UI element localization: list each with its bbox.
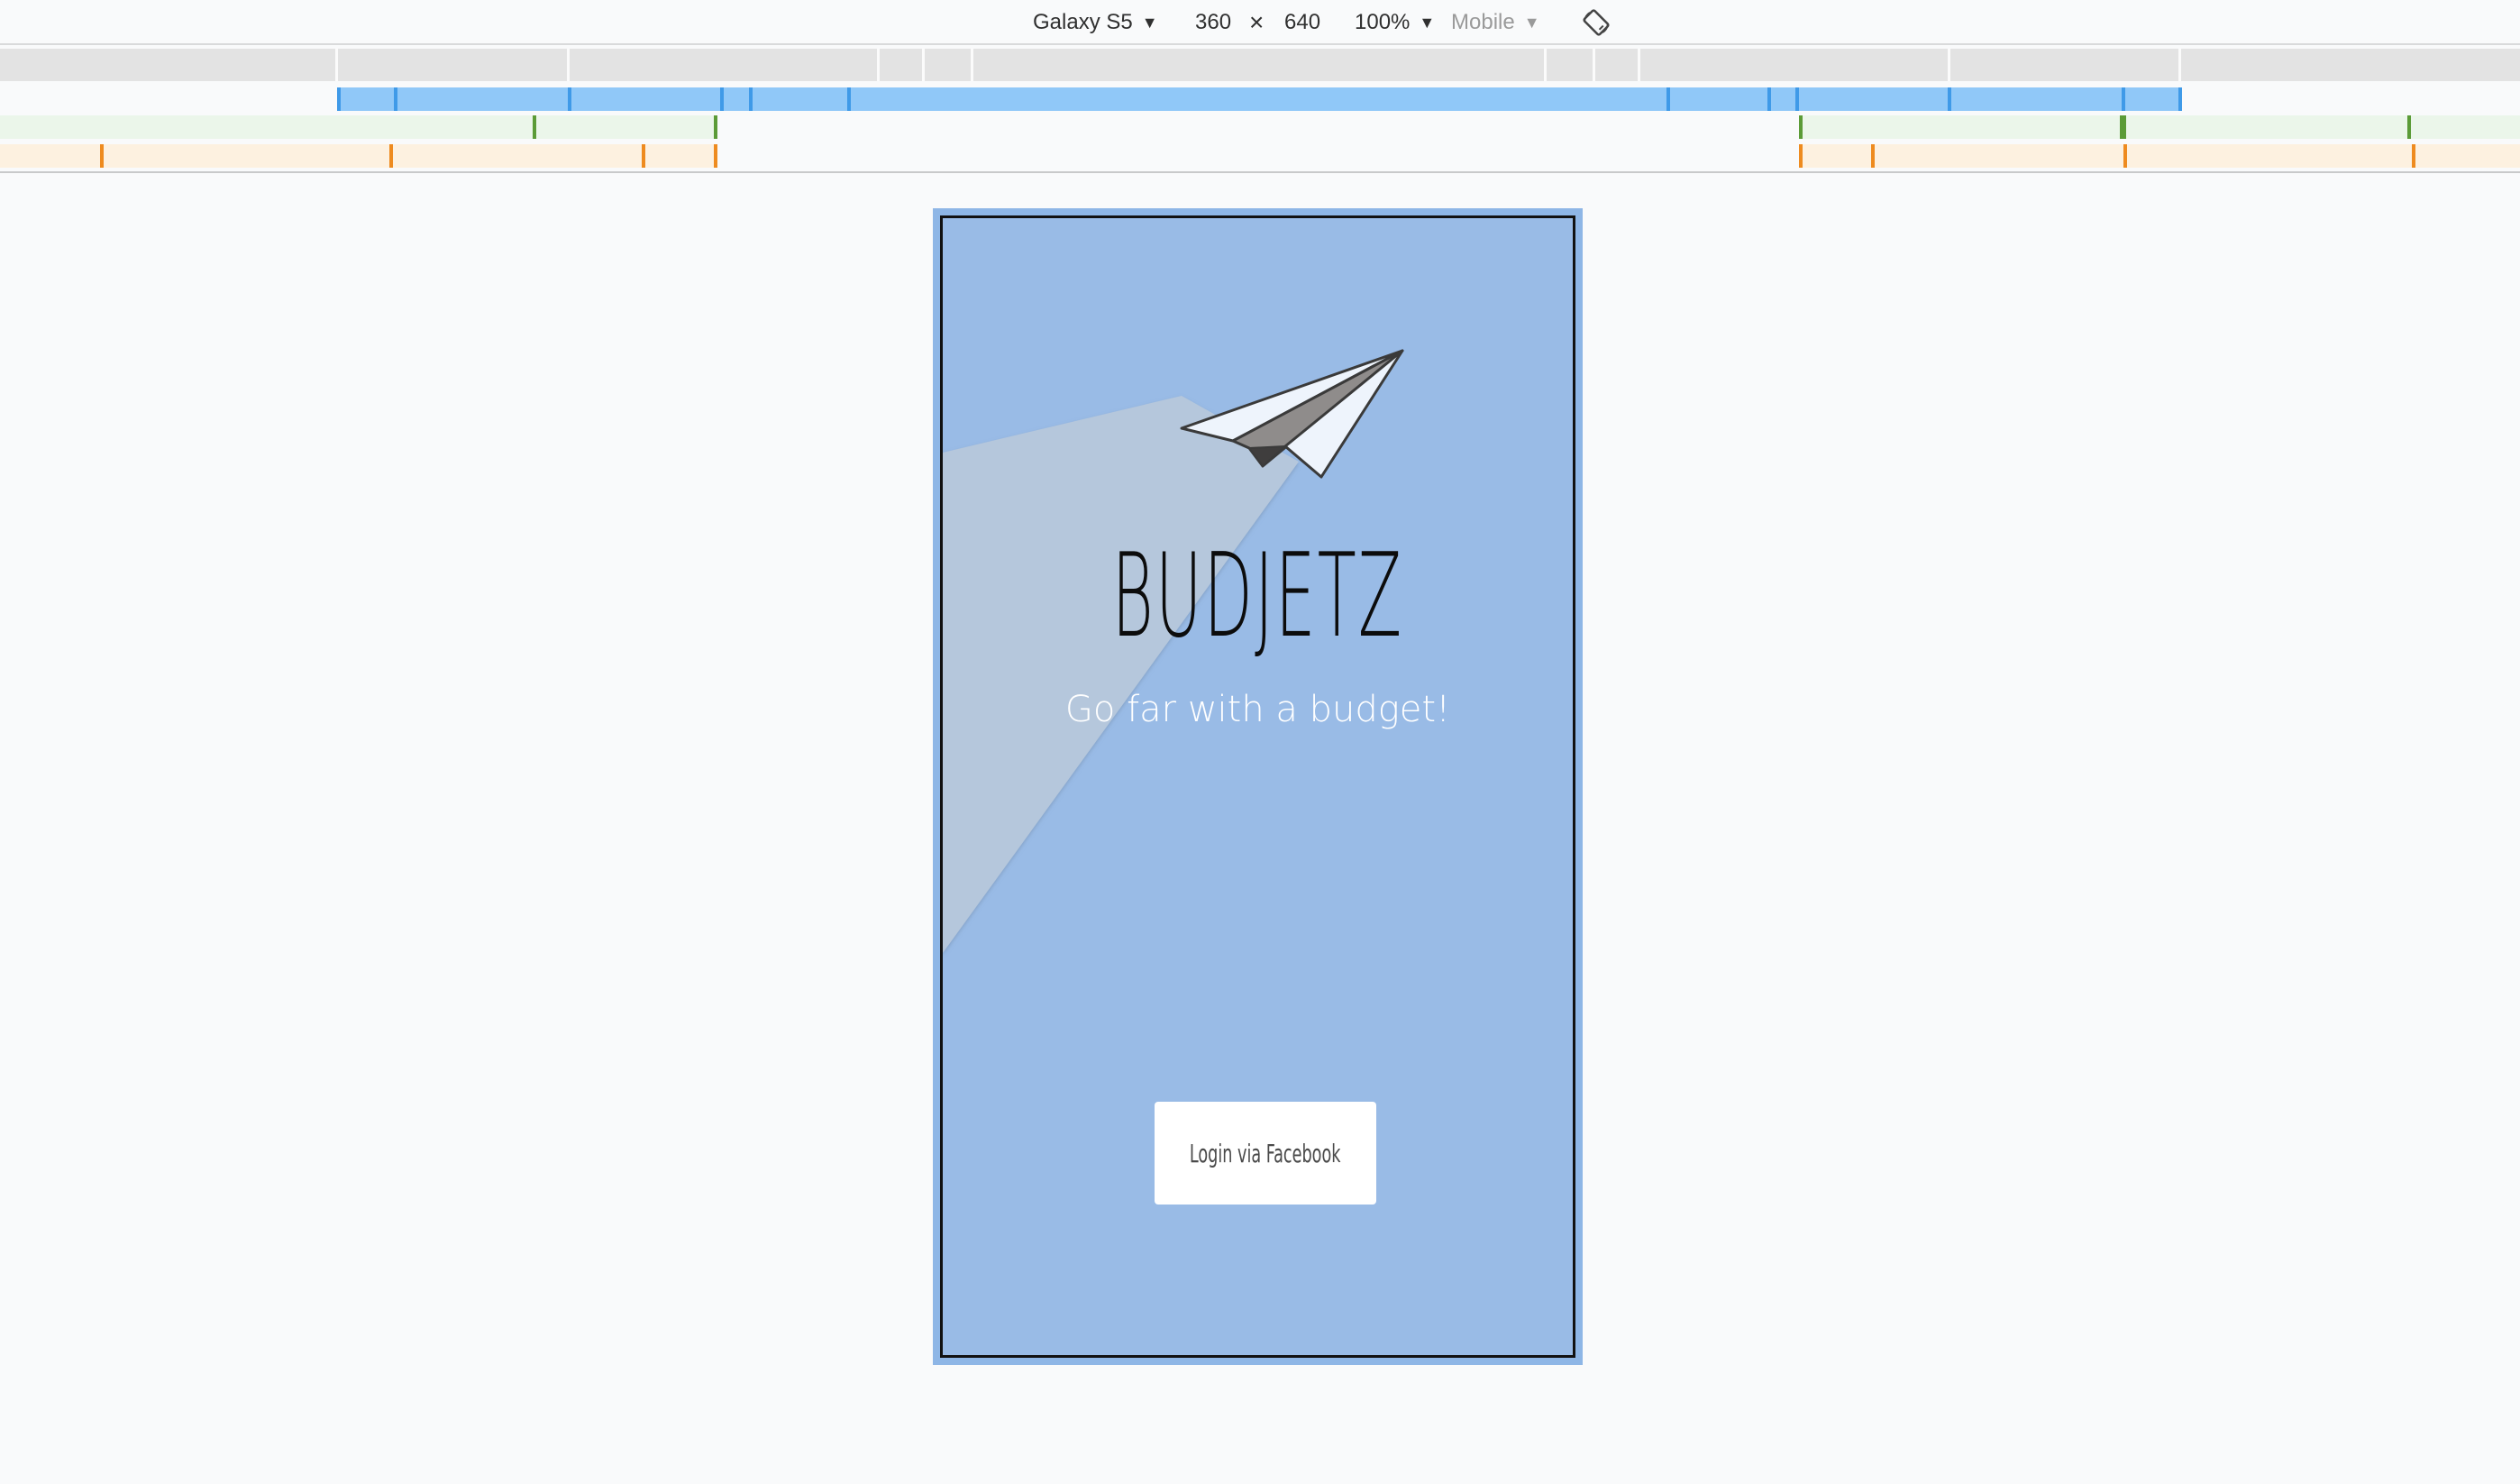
max-width-tick[interactable] [1795, 87, 1799, 111]
min-width-tick[interactable] [1799, 144, 1803, 168]
ruler-tick [1544, 49, 1547, 81]
device-name: Galaxy S5 [1033, 10, 1133, 34]
max-width-tick[interactable] [1767, 87, 1771, 111]
zoom-select[interactable]: 100% ▼ [1355, 0, 1435, 45]
mode-select[interactable]: Mobile ▼ [1451, 0, 1540, 45]
min-width-tick[interactable] [2123, 144, 2127, 168]
max-width-tick[interactable] [749, 87, 753, 111]
device-toolbar: Galaxy S5 ▼ 360 × 640 100% ▼ Mobile ▼ [0, 0, 2520, 45]
ruler-tick [1948, 49, 1950, 81]
device-select[interactable]: Galaxy S5 ▼ [1033, 0, 1158, 45]
min-width-tick[interactable] [2120, 115, 2126, 139]
ruler-tick [567, 49, 570, 81]
min-width-tick[interactable] [714, 144, 717, 168]
max-width-tick[interactable] [2178, 87, 2182, 111]
app-title: BUDJETZ [1111, 529, 1404, 664]
max-width-tick[interactable] [568, 87, 571, 111]
rotate-icon [1583, 9, 1610, 36]
min-max-range-right[interactable] [1799, 115, 2520, 139]
min-width-tick[interactable] [2407, 115, 2411, 139]
mode-dropdown-arrow-icon: ▼ [1523, 13, 1540, 32]
device-dropdown-arrow-icon: ▼ [1141, 13, 1158, 32]
min-width-tick[interactable] [533, 115, 536, 139]
max-width-tick[interactable] [1666, 87, 1670, 111]
max-width-tick[interactable] [2122, 87, 2125, 111]
ruler-tick [922, 49, 925, 81]
login-via-facebook-button[interactable]: Login via Facebook [1155, 1102, 1376, 1205]
max-width-tick[interactable] [394, 87, 397, 111]
dimension-separator: × [1249, 8, 1265, 36]
login-button-label: Login via Facebook [1190, 1138, 1341, 1168]
app-subtitle: Go far with a budget! [1064, 689, 1451, 730]
zoom-value: 100% [1355, 10, 1411, 34]
ruler-tick [2178, 49, 2181, 81]
ruler-tick [971, 49, 973, 81]
min-width-media-query-bar [0, 144, 2520, 168]
min-width-tick[interactable] [2412, 144, 2415, 168]
min-width-tick[interactable] [1799, 115, 1803, 139]
height-input[interactable]: 640 [1284, 0, 1320, 45]
ruler-tick [1593, 49, 1595, 81]
ruler-tick [877, 49, 880, 81]
min-width-tick[interactable] [714, 115, 717, 139]
max-width-media-query-bar [0, 87, 2520, 111]
min-width-tick[interactable] [642, 144, 645, 168]
min-width-tick[interactable] [1871, 144, 1875, 168]
paper-plane-icon [1180, 349, 1404, 479]
ruler-tick [335, 49, 338, 81]
max-width-tick[interactable] [847, 87, 851, 111]
height-value: 640 [1284, 10, 1321, 34]
toolbar-divider [0, 171, 2520, 173]
width-input[interactable]: 360 [1195, 0, 1231, 45]
max-width-range[interactable] [337, 87, 2181, 111]
device-ruler [0, 49, 2520, 81]
min-width-range-left[interactable] [0, 144, 717, 168]
width-value: 360 [1195, 10, 1232, 34]
min-width-tick[interactable] [100, 144, 104, 168]
zoom-dropdown-arrow-icon: ▼ [1419, 13, 1436, 32]
max-width-tick[interactable] [1948, 87, 1951, 111]
min-max-width-media-query-bar [0, 115, 2520, 139]
rotate-button[interactable] [1581, 0, 1612, 45]
min-max-range-left[interactable] [0, 115, 717, 139]
max-width-tick[interactable] [337, 87, 341, 111]
ruler-tick [1638, 49, 1640, 81]
mode-value: Mobile [1451, 10, 1515, 34]
min-width-tick[interactable] [389, 144, 393, 168]
max-width-tick[interactable] [720, 87, 724, 111]
device-viewport: BUDJETZ Go far with a budget! Login via … [940, 215, 1575, 1358]
